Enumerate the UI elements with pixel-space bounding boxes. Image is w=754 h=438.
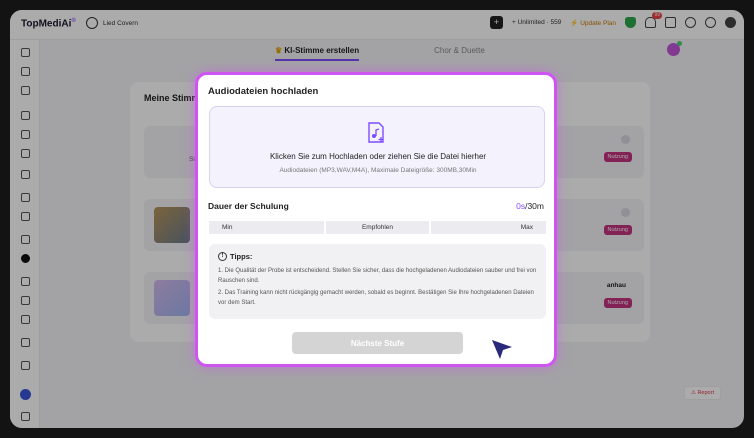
mouse-cursor-icon [492, 340, 512, 359]
duration-label: Dauer der Schulung [208, 201, 289, 211]
segment-min: Min [209, 221, 325, 234]
duration-value: 0s/30m [516, 201, 544, 211]
tips-box: ! Tipps: 1. Die Qualität der Probe ist en… [209, 244, 546, 319]
duration-current: 0s [516, 201, 526, 211]
dropzone-file-limits: Audiodateien (MP3,WAV,M4A), Maximale Dat… [279, 167, 477, 174]
dialog-title: Audiodateien hochladen [208, 86, 319, 97]
tip-item: 2. Das Training kann nicht rückgängig ge… [218, 290, 534, 306]
tips-heading: ! Tipps: [218, 252, 252, 261]
music-file-upload-icon [368, 122, 384, 143]
duration-scale: Min Empfohlen Max [209, 221, 546, 234]
segment-max: Max [430, 221, 546, 234]
tip-item: 1. Die Qualität der Probe ist entscheide… [218, 268, 537, 284]
next-step-button[interactable]: Nächste Stufe [292, 332, 463, 354]
duration-total: /30m [525, 201, 544, 211]
segment-recommended: Empfohlen [326, 221, 429, 234]
upload-dropzone[interactable]: Klicken Sie zum Hochladen oder ziehen Si… [209, 106, 545, 188]
info-icon: ! [218, 252, 227, 261]
upload-dialog: Audiodateien hochladen Klicken Sie zum H… [195, 72, 557, 367]
dropzone-instruction: Klicken Sie zum Hochladen oder ziehen Si… [269, 152, 487, 161]
